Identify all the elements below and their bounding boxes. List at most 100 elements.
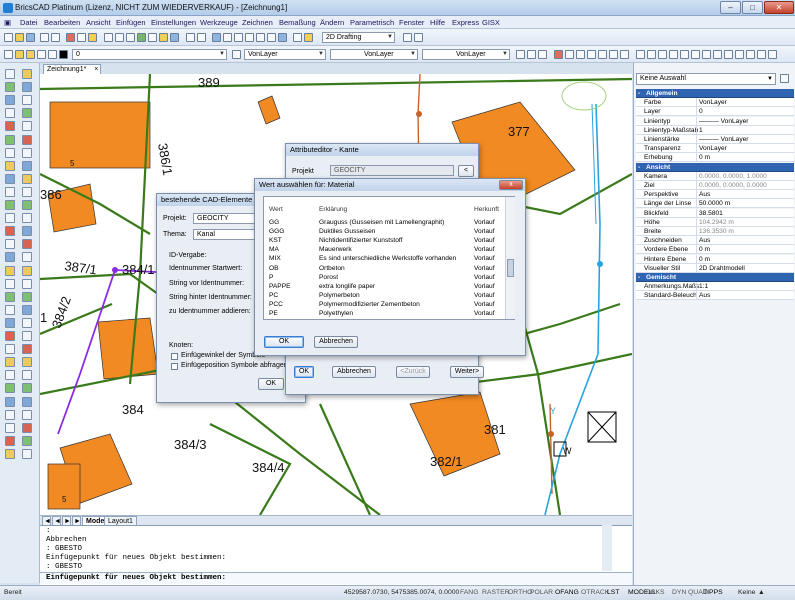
left-tool-icon[interactable]: [22, 265, 32, 276]
left-tool-icon[interactable]: [22, 226, 32, 237]
sun-icon[interactable]: [26, 50, 35, 59]
left-tool-icon[interactable]: [22, 396, 32, 407]
status-last[interactable]: Keine: [738, 589, 755, 596]
left-tool-icon[interactable]: [5, 239, 15, 250]
zoom-window-icon[interactable]: [234, 33, 243, 42]
left-tool-icon[interactable]: [5, 317, 15, 328]
status-toggle-fang[interactable]: FANG: [460, 589, 479, 596]
attr-next-button[interactable]: Weiter>: [450, 366, 484, 378]
left-tool-icon[interactable]: [22, 291, 32, 302]
property-group-ansicht[interactable]: Ansicht: [636, 162, 794, 172]
undo-icon[interactable]: [186, 33, 195, 42]
wert-row[interactable]: OB Ortbeton Vorlauf: [264, 264, 504, 273]
left-tool-icon[interactable]: [22, 173, 32, 184]
left-tool-icon[interactable]: [5, 278, 15, 289]
left-tool-icon[interactable]: [22, 304, 32, 315]
left-tool-icon[interactable]: [22, 134, 32, 145]
left-tool-icon[interactable]: [22, 331, 32, 341]
match-properties-icon[interactable]: [104, 33, 113, 42]
snap-ortho-icon[interactable]: [735, 50, 744, 59]
left-tool-icon[interactable]: [22, 409, 32, 420]
open-icon[interactable]: [15, 33, 24, 42]
snap-dynamic-icon[interactable]: [746, 50, 755, 59]
left-tool-icon[interactable]: [22, 422, 32, 433]
property-row[interactable]: Zuschneiden Aus: [636, 236, 794, 246]
quick-select-icon[interactable]: [780, 74, 789, 83]
wert-row[interactable]: GG Grauguss (Gusseisen mit Lamellengraphi…: [264, 218, 504, 227]
layer-select[interactable]: 0 ▼: [72, 49, 227, 60]
wert-row[interactable]: GGG Duktiles Gusseisen Vorlauf: [264, 227, 504, 236]
scroll-thumb[interactable]: [507, 259, 514, 277]
left-tool-icon[interactable]: [5, 357, 15, 368]
command-line[interactable]: : Abbrechen : GBESTO Einfügepunkt für ne…: [40, 525, 632, 585]
property-row[interactable]: Linienstärke ——— VonLayer: [636, 135, 794, 144]
layer-color-swatch[interactable]: [59, 50, 68, 59]
snap-3d-icon[interactable]: [702, 50, 711, 59]
left-tool-icon[interactable]: [5, 186, 15, 197]
left-tool-icon[interactable]: [5, 304, 15, 315]
menu-hilfe[interactable]: Hilfe: [430, 18, 445, 27]
left-tool-icon[interactable]: [22, 370, 32, 381]
property-row[interactable]: Hintere Ebene 0 m: [636, 254, 794, 264]
left-tool-icon[interactable]: [22, 383, 32, 394]
viewcube-icon[interactable]: [561, 81, 607, 111]
left-tool-icon[interactable]: [5, 344, 15, 355]
property-row[interactable]: Kamera 0.0000, 0.0000, 1.0000: [636, 171, 794, 181]
left-tool-icon[interactable]: [5, 226, 15, 237]
lineweight-select[interactable]: VonLayer ▼: [422, 49, 510, 60]
property-row[interactable]: Länge der Linse 50.0000 m: [636, 199, 794, 209]
wert-scrollbar[interactable]: [505, 197, 515, 319]
attr-ok-button[interactable]: OK: [294, 366, 314, 378]
property-row[interactable]: Linientyp ——— VonLayer: [636, 116, 794, 126]
lightbulb-icon[interactable]: [15, 50, 24, 59]
property-row[interactable]: Breite 136.3530 m: [636, 227, 794, 236]
property-row[interactable]: Layer 0: [636, 107, 794, 117]
wert-ok-button[interactable]: OK: [264, 336, 304, 348]
left-tool-icon[interactable]: [22, 317, 32, 328]
copy-icon[interactable]: [77, 33, 86, 42]
left-tool-icon[interactable]: [22, 357, 32, 368]
left-tool-icon[interactable]: [5, 265, 15, 276]
snap-perpendicular-icon[interactable]: [587, 50, 596, 59]
maximize-button[interactable]: □: [742, 1, 763, 14]
left-tool-icon[interactable]: [5, 69, 15, 79]
col-erklaerung[interactable]: Erklärung: [319, 205, 474, 214]
paste-icon[interactable]: [88, 33, 97, 42]
property-row[interactable]: Anmerkungs.Maßs 1:1: [636, 282, 794, 292]
menu-bemassung[interactable]: Bemaßung: [279, 18, 316, 27]
left-tool-icon[interactable]: [22, 186, 32, 197]
left-tool-icon[interactable]: [5, 134, 15, 145]
col-herkunft[interactable]: Herkunft: [474, 205, 504, 214]
left-tool-icon[interactable]: [5, 383, 15, 394]
command-prompt[interactable]: Einfügepunkt für neues Objekt bestimmen:: [40, 572, 632, 584]
status-toggle-ofang[interactable]: OFANG: [555, 589, 579, 596]
left-tool-icon[interactable]: [22, 435, 32, 446]
left-tool-icon[interactable]: [22, 82, 32, 93]
snap-center-icon[interactable]: [538, 50, 547, 59]
print-preview-icon[interactable]: [51, 33, 60, 42]
menu-fenster[interactable]: Fenster: [399, 18, 424, 27]
left-tool-icon[interactable]: [22, 121, 32, 132]
menu-parametrisch[interactable]: Parametrisch: [350, 18, 394, 27]
snap-midpoint-icon[interactable]: [527, 50, 536, 59]
snap-node-icon[interactable]: [565, 50, 574, 59]
snap-intersection-icon[interactable]: [554, 50, 563, 59]
menu-zeichnen[interactable]: Zeichnen: [242, 18, 273, 27]
attr-projekt-lookup-button[interactable]: <: [458, 165, 474, 177]
wert-row[interactable]: PC Polymerbeton Vorlauf: [264, 291, 504, 300]
redo-icon[interactable]: [197, 33, 206, 42]
pan-icon[interactable]: [212, 33, 221, 42]
left-tool-icon[interactable]: [22, 200, 32, 210]
snap-parallel-icon[interactable]: [636, 50, 645, 59]
status-toggle-dbks[interactable]: DBKS: [646, 589, 665, 596]
left-tool-icon[interactable]: [5, 291, 15, 302]
left-tool-icon[interactable]: [22, 108, 32, 119]
left-tool-icon[interactable]: [22, 147, 32, 158]
snap-quad-icon[interactable]: [757, 50, 766, 59]
status-toggle-ortho[interactable]: ORTHO: [508, 589, 532, 596]
left-tool-icon[interactable]: [5, 108, 15, 119]
left-tool-icon[interactable]: [5, 121, 15, 132]
wert-row[interactable]: PCC Polymermodifizierter Zementbeton Vorla…: [264, 300, 504, 309]
copy-clip-icon[interactable]: [115, 33, 124, 42]
wert-list[interactable]: Wert Erklärung Herkunft GG Grauguss (Guss…: [263, 196, 515, 320]
